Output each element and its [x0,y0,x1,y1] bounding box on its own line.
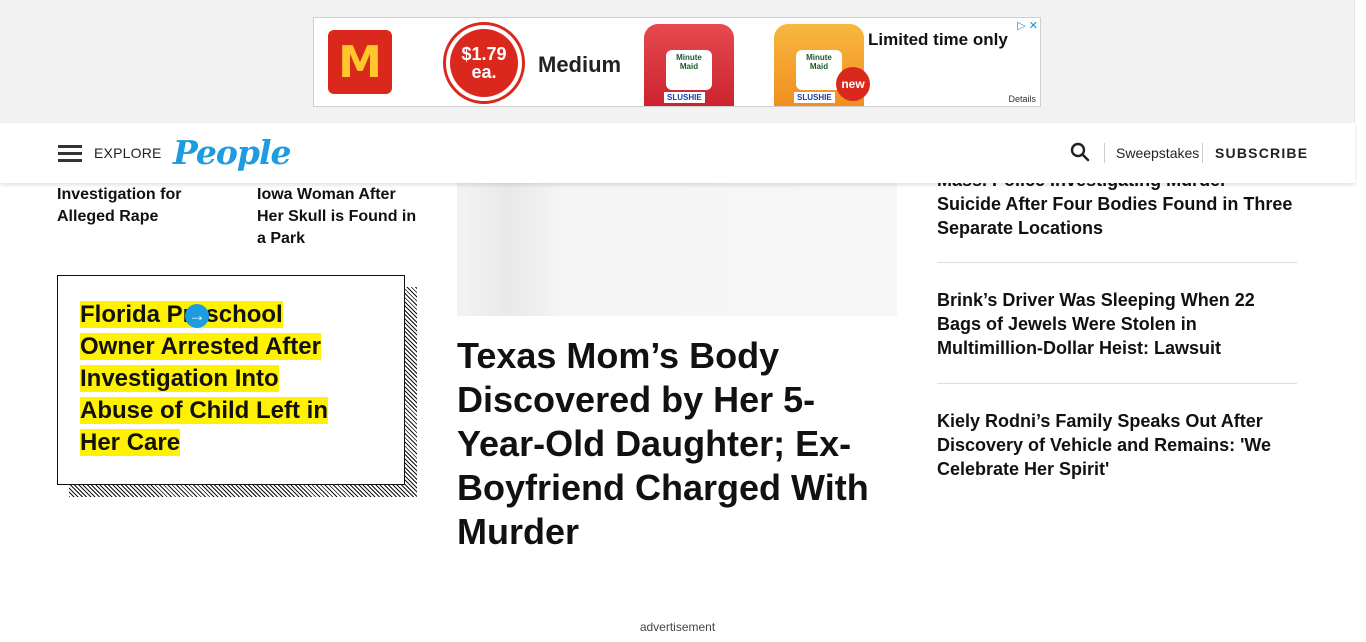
right-story-2[interactable]: Brink’s Driver Was Sleeping When 22 Bags… [937,288,1297,360]
site-header: EXPLORE People Sweepstakes SUBSCRIBE [0,123,1355,183]
ad-details-link[interactable]: Details [1008,94,1036,104]
right-story-3[interactable]: Kiely Rodni’s Family Speaks Out After Di… [937,409,1297,481]
sweepstakes-link[interactable]: Sweepstakes [1116,145,1199,161]
hero-image[interactable] [457,183,897,316]
left-story-2-title[interactable]: Iowa Woman After Her Skull is Found in a… [257,184,417,250]
new-badge: new [836,67,870,101]
strawberry-slushie-cup: Minute Maid SLUSHIE [644,24,734,106]
hero-headline[interactable]: Texas Mom’s Body Discovered by Her 5-Yea… [457,334,902,554]
page: Texas Mom’s Body Discovered by Her 5-Yea… [0,0,1366,642]
price-badge: $1.79 ea. [443,22,525,104]
cup-type: SLUSHIE [794,92,835,103]
ad-size-label: Medium [538,52,622,77]
promo-title[interactable]: Florida Preschool Owner Arrested After I… [80,299,340,459]
promo-card[interactable]: Florida Preschool Owner Arrested After I… [57,275,405,485]
divider [937,383,1297,384]
subscribe-button[interactable]: SUBSCRIBE [1215,145,1308,161]
header-divider [1104,143,1105,163]
left-story-1-title[interactable]: Investigation for Alleged Rape [57,184,222,228]
mcdonalds-logo: M [328,30,392,94]
divider [937,262,1297,263]
arrow-right-icon: → [185,304,209,328]
ad-headline: Limited time only [868,30,1008,49]
people-logo[interactable]: People [173,133,292,172]
header-divider [1202,143,1203,163]
cup-brand: Minute Maid [676,53,702,71]
cup-type: SLUSHIE [664,92,705,103]
search-icon[interactable] [1070,142,1090,162]
advertisement-label: advertisement [639,620,716,634]
cup-brand: Minute Maid [806,53,832,71]
banner-ad[interactable]: M $1.79 ea. Medium Minute Maid SLUSHIE M… [313,17,1041,107]
hamburger-menu-icon[interactable] [58,145,82,162]
explore-button[interactable]: EXPLORE [94,145,162,161]
ad-strip: M $1.79 ea. Medium Minute Maid SLUSHIE M… [0,0,1355,123]
adchoices-icon[interactable]: ▷ ✕ [1017,19,1038,32]
